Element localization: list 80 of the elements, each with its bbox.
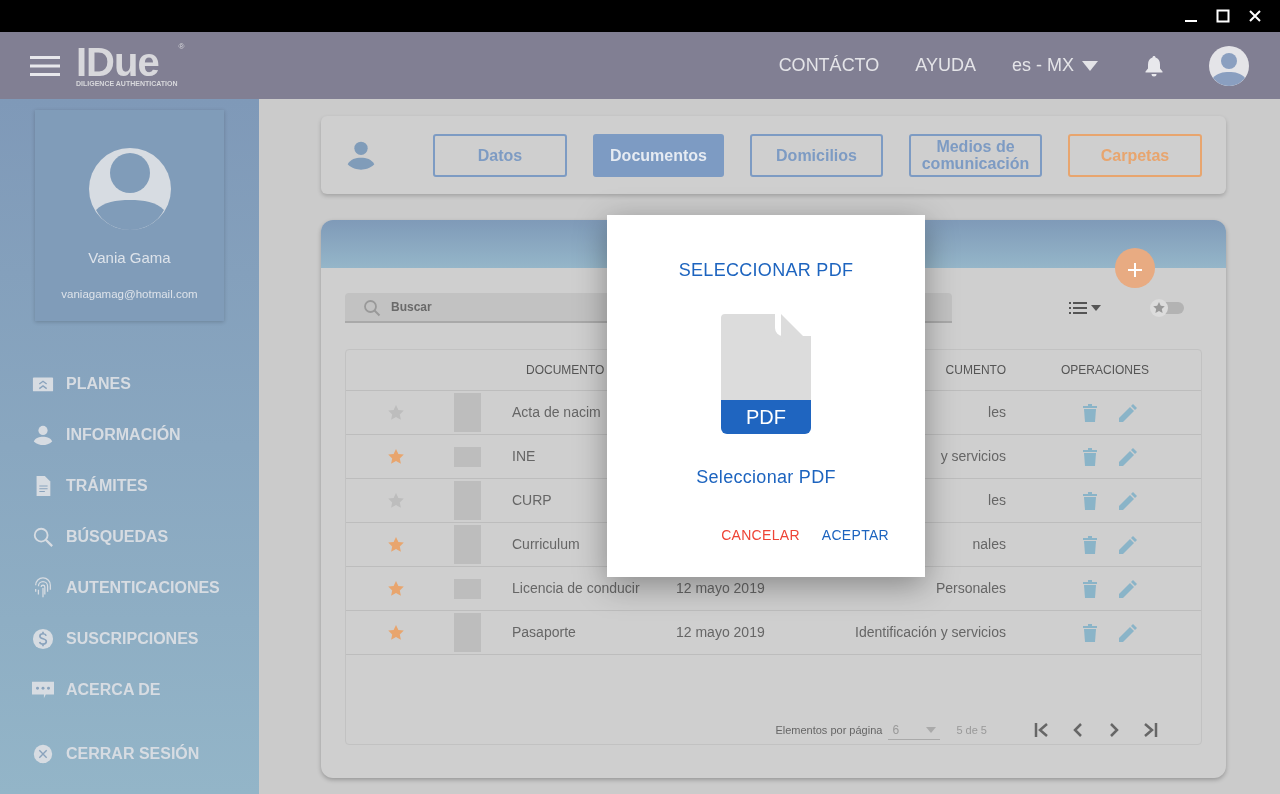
profile-name: Vania Gama <box>88 248 171 268</box>
accept-button[interactable]: ACEPTAR <box>821 525 889 546</box>
menu-icon[interactable] <box>30 54 60 77</box>
sidebar-item[interactable]: CERRAR SESIÓN <box>32 728 224 779</box>
trash-icon[interactable] <box>1083 491 1097 510</box>
avatar-icon[interactable] <box>1208 44 1250 87</box>
pencil-icon[interactable] <box>1119 447 1137 466</box>
maximize-icon[interactable] <box>1216 9 1230 23</box>
sidebar-item[interactable]: AUTENTICACIONES <box>32 562 224 613</box>
table-cell: INE <box>512 448 536 464</box>
pencil-icon[interactable] <box>1119 403 1137 422</box>
table-cell: CURP <box>512 492 552 508</box>
table-cell: Licencia de conducir <box>512 580 640 596</box>
list-icon <box>1069 301 1087 315</box>
pencil-icon[interactable] <box>1119 535 1137 554</box>
table-cell: 12 mayo 2019 <box>676 580 765 596</box>
sidebar-item[interactable]: SUSCRIPCIONES <box>32 613 224 664</box>
cancel-button[interactable]: CANCELAR <box>721 525 800 546</box>
column-header: OPERACIONES <box>1060 362 1149 379</box>
search-icon <box>32 525 54 548</box>
trash-icon[interactable] <box>1083 447 1097 466</box>
table-cell: Acta de nacim <box>512 404 601 420</box>
table-cell: Curriculum <box>512 536 580 552</box>
pdf-file-icon[interactable] <box>719 314 813 434</box>
star-icon[interactable] <box>387 579 405 598</box>
column-header: CUMENTO <box>945 362 1006 379</box>
dollar-icon <box>32 627 54 650</box>
caret-icon <box>926 726 937 733</box>
person-icon <box>345 139 377 171</box>
bell-icon[interactable] <box>1144 54 1164 77</box>
caret-icon <box>1091 305 1101 311</box>
list-view-button[interactable] <box>1068 300 1102 316</box>
table-cell: 12 mayo 2019 <box>676 624 765 640</box>
trash-icon[interactable] <box>1083 623 1097 642</box>
table-cell-text: y servicios <box>940 447 1006 466</box>
add-button[interactable] <box>1115 248 1155 288</box>
table-cell-text: les <box>988 491 1006 510</box>
pencil-icon[interactable] <box>1119 491 1137 510</box>
star-icon[interactable] <box>387 623 405 642</box>
tab[interactable]: Medios de comunicación <box>909 133 1042 177</box>
sidebar-item[interactable]: INFORMACIÓN <box>32 409 224 460</box>
star-icon[interactable] <box>387 535 405 554</box>
close-icon <box>32 742 54 765</box>
nav-link[interactable]: CONTÁCTO <box>778 52 880 79</box>
sidebar-item[interactable]: ACERCA DE <box>32 664 224 715</box>
search-icon <box>363 299 381 317</box>
logo: IDue <box>76 44 159 80</box>
trash-icon[interactable] <box>1083 579 1097 598</box>
tab[interactable]: Datos <box>433 133 567 177</box>
tab[interactable]: Carpetas <box>1068 133 1202 177</box>
table-cell: Pasaporte <box>512 624 576 640</box>
pencil-icon[interactable] <box>1119 579 1137 598</box>
fingerprint-icon <box>32 576 54 599</box>
registered-mark: ® <box>178 41 185 53</box>
close-icon[interactable] <box>1248 9 1262 23</box>
pencil-icon[interactable] <box>1119 623 1137 642</box>
table-cell-text: les <box>988 403 1006 422</box>
pdf-label: PDF <box>745 405 787 430</box>
table-cell-text: nales <box>972 535 1006 554</box>
sidebar-item[interactable]: PLANES <box>32 358 224 409</box>
tab[interactable]: Domicilios <box>750 133 883 177</box>
nav-link[interactable]: AYUDA <box>915 52 976 79</box>
table-cell-text: Identificación y servicios <box>855 623 1006 642</box>
trash-icon[interactable] <box>1083 535 1097 554</box>
caret-icon <box>1082 60 1098 71</box>
sidebar-item[interactable]: TRÁMITES <box>32 460 224 511</box>
person-icon <box>32 423 54 446</box>
tab[interactable]: Documentos <box>593 133 724 177</box>
dialog-title: SELECCIONAR PDF <box>678 259 854 282</box>
trash-icon[interactable] <box>1083 403 1097 422</box>
sidebar-item[interactable]: BÚSQUEDAS <box>32 511 224 562</box>
profile-email: vaniagamag@hotmail.com <box>61 286 198 302</box>
page-size-label: Elementos por página <box>775 722 883 738</box>
column-header: DOCUMENTO <box>526 363 605 377</box>
select-pdf-link[interactable]: Seleccionar PDF <box>696 464 836 491</box>
plus-icon <box>1127 262 1143 279</box>
star-icon[interactable] <box>387 447 405 466</box>
language-selector[interactable]: es - MX <box>1012 52 1098 79</box>
table-cell-text: Personales <box>935 579 1006 598</box>
avatar-icon <box>87 147 172 231</box>
